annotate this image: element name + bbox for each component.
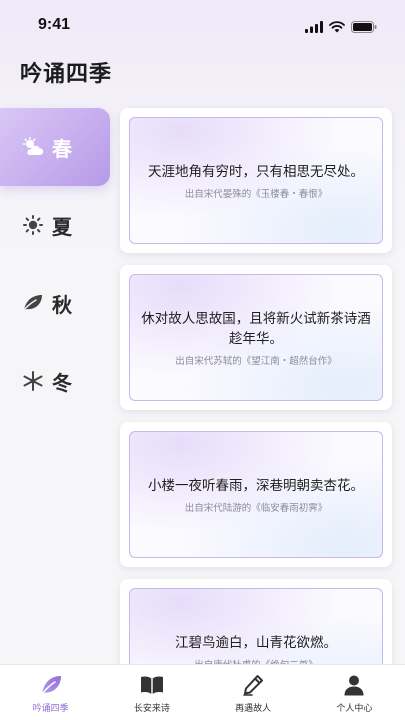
nav-label: 再遇故人	[235, 704, 272, 714]
poem-card[interactable]: 天涯地角有穷时，只有相思无尽处。 出自宋代晏殊的《玉楼春・春恨》	[120, 108, 392, 253]
status-time: 9:41	[38, 16, 71, 33]
poem-list: 天涯地角有穷时，只有相思无尽处。 出自宋代晏殊的《玉楼春・春恨》 休对故人思故国…	[120, 108, 392, 720]
poem-card-frame: 休对故人思故国，且将新火试新茶诗酒趁年华。 出自宋代苏轼的《望江南・超然台作》	[129, 274, 383, 401]
status-icons	[305, 18, 377, 37]
season-tab-winter[interactable]: 冬	[0, 342, 110, 420]
season-tab-summer[interactable]: 夏	[0, 186, 110, 264]
snowflake-icon	[22, 370, 44, 392]
leaf-icon	[22, 292, 44, 314]
sun-icon	[22, 214, 44, 236]
poem-card[interactable]: 休对故人思故国，且将新火试新茶诗酒趁年华。 出自宋代苏轼的《望江南・超然台作》	[120, 265, 392, 410]
nav-tab-profile[interactable]: 个人中心	[304, 665, 405, 720]
bottom-nav: 吟诵四季 长安来诗 再遇故人 个人中心	[0, 664, 405, 720]
nav-label: 个人中心	[336, 704, 373, 714]
leaf-icon	[38, 673, 64, 697]
poem-text: 休对故人思故国，且将新火试新茶诗酒趁年华。	[141, 310, 371, 347]
nav-label: 长安来诗	[133, 704, 170, 714]
poem-card-frame: 天涯地角有穷时，只有相思无尽处。 出自宋代晏殊的《玉楼春・春恨》	[129, 117, 383, 244]
poem-source: 出自宋代陆游的《临安春雨初霁》	[184, 502, 328, 514]
poem-source: 出自宋代晏殊的《玉楼春・春恨》	[184, 188, 328, 200]
poem-card[interactable]: 小楼一夜听春雨，深巷明朝卖杏花。 出自宋代陆游的《临安春雨初霁》	[120, 422, 392, 567]
battery-icon	[351, 18, 377, 37]
book-icon	[139, 673, 165, 697]
sun-cloud-icon	[22, 136, 44, 158]
season-nav: 春 夏 秋 冬	[0, 108, 110, 420]
season-label: 秋	[52, 292, 72, 317]
poem-text: 天涯地角有穷时，只有相思无尽处。	[148, 163, 364, 180]
signal-icon	[305, 18, 323, 37]
nav-tab-seasons[interactable]: 吟诵四季	[0, 665, 101, 720]
poem-text: 江碧鸟逾白，山青花欲燃。	[175, 634, 337, 651]
season-label: 冬	[52, 370, 72, 395]
page-title: 吟诵四季	[20, 62, 113, 87]
status-bar: 9:41	[0, 0, 405, 50]
season-label: 春	[52, 136, 72, 161]
poem-text: 小楼一夜听春雨，深巷明朝卖杏花。	[148, 477, 364, 494]
nav-tab-changan-poems[interactable]: 长安来诗	[101, 665, 202, 720]
nav-tab-meet-again[interactable]: 再遇故人	[203, 665, 304, 720]
person-icon	[341, 673, 367, 697]
pen-icon	[240, 673, 266, 697]
season-tab-spring[interactable]: 春	[0, 108, 110, 186]
poem-card-frame: 小楼一夜听春雨，深巷明朝卖杏花。 出自宋代陆游的《临安春雨初霁》	[129, 431, 383, 558]
poem-source: 出自宋代苏轼的《望江南・超然台作》	[175, 355, 337, 367]
nav-label: 吟诵四季	[32, 704, 69, 714]
wifi-icon	[329, 18, 345, 37]
season-tab-autumn[interactable]: 秋	[0, 264, 110, 342]
season-label: 夏	[52, 214, 72, 239]
